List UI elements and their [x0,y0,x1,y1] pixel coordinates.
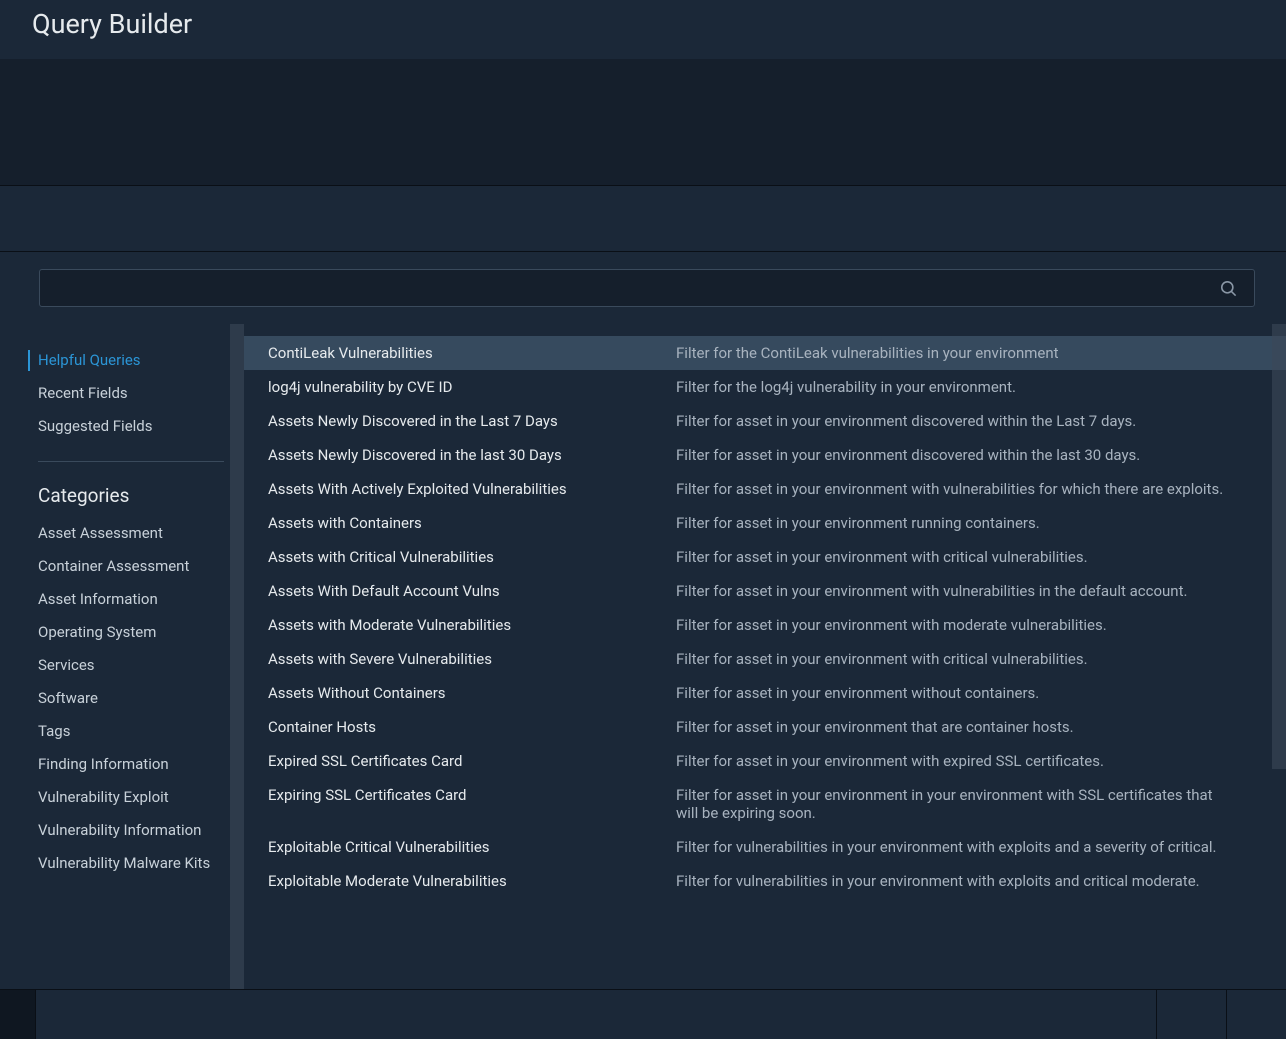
sidebar-item-label: Suggested Fields [38,417,153,435]
search-icon[interactable] [1219,279,1250,298]
query-row[interactable]: Assets with Critical VulnerabilitiesFilt… [244,540,1286,574]
content-scrollbar[interactable] [1272,324,1286,769]
query-name: log4j vulnerability by CVE ID [268,378,676,396]
sidebar-item-label: Vulnerability Information [38,821,201,839]
query-desc: Filter for asset in your environment wit… [676,616,1256,634]
query-name: Exploitable Moderate Vulnerabilities [268,872,676,890]
sidebar-item-label: Tags [38,722,70,740]
query-row[interactable]: Assets With Actively Exploited Vulnerabi… [244,472,1286,506]
sidebar-scrollbar[interactable] [230,324,244,989]
query-desc: Filter for asset in your environment run… [676,514,1256,532]
query-name: Assets With Actively Exploited Vulnerabi… [268,480,676,498]
query-row[interactable]: ContiLeak VulnerabilitiesFilter for the … [244,336,1286,370]
sidebar-item-services[interactable]: Services [38,649,224,682]
query-name: Expired SSL Certificates Card [268,752,676,770]
sidebar-item-vulnerability-information[interactable]: Vulnerability Information [38,814,224,847]
query-name: Assets Newly Discovered in the last 30 D… [268,446,676,464]
sidebar-item-helpful-queries[interactable]: Helpful Queries [38,344,224,377]
sidebar-item-label: Vulnerability Exploit [38,788,169,806]
query-desc: Filter for asset in your environment dis… [676,446,1256,464]
header: Query Builder [0,0,1286,59]
query-row[interactable]: Assets Without ContainersFilter for asse… [244,676,1286,710]
search-input[interactable] [39,269,1255,307]
query-name: Container Hosts [268,718,676,736]
page-title: Query Builder [32,8,1254,40]
query-row[interactable]: Expiring SSL Certificates CardFilter for… [244,778,1286,830]
sidebar-item-asset-assessment[interactable]: Asset Assessment [38,517,224,550]
sidebar-item-label: Asset Assessment [38,524,163,542]
query-row[interactable]: Expired SSL Certificates CardFilter for … [244,744,1286,778]
sidebar-item-label: Asset Information [38,590,158,608]
query-row[interactable]: Assets With Default Account VulnsFilter … [244,574,1286,608]
sidebar-divider [38,461,224,462]
query-name: Assets Without Containers [268,684,676,702]
query-name: Assets with Containers [268,514,676,532]
query-desc: Filter for asset in your environment wit… [676,684,1256,702]
main-area: Helpful Queries Recent Fields Suggested … [0,324,1286,989]
search-row [0,252,1286,324]
sidebar-item-recent-fields[interactable]: Recent Fields [38,377,224,410]
query-row[interactable]: Exploitable Critical VulnerabilitiesFilt… [244,830,1286,864]
sidebar: Helpful Queries Recent Fields Suggested … [0,324,244,989]
sidebar-item-operating-system[interactable]: Operating System [38,616,224,649]
bottom-center-cell [36,990,1156,1039]
sidebar-item-label: Container Assessment [38,557,189,575]
query-desc: Filter for asset in your environment in … [676,786,1256,822]
sidebar-item-label: Recent Fields [38,384,128,402]
sidebar-item-label: Helpful Queries [38,351,141,369]
sidebar-nav: Helpful Queries Recent Fields Suggested … [0,344,244,880]
query-list: ContiLeak VulnerabilitiesFilter for the … [244,336,1286,898]
query-desc: Filter for vulnerabilities in your envir… [676,838,1256,856]
query-name: Expiring SSL Certificates Card [268,786,676,804]
query-row[interactable]: Exploitable Moderate VulnerabilitiesFilt… [244,864,1286,898]
query-desc: Filter for asset in your environment dis… [676,412,1256,430]
query-desc: Filter for asset in your environment wit… [676,480,1256,498]
sidebar-item-suggested-fields[interactable]: Suggested Fields [38,410,224,443]
query-name: Exploitable Critical Vulnerabilities [268,838,676,856]
query-desc: Filter for asset in your environment wit… [676,650,1256,668]
query-desc: Filter for the log4j vulnerability in yo… [676,378,1256,396]
bottom-seg-1 [1156,990,1226,1039]
query-desc: Filter for asset in your environment wit… [676,582,1256,600]
query-desc: Filter for asset in your environment tha… [676,718,1256,736]
sidebar-item-label: Software [38,689,98,707]
sidebar-item-tags[interactable]: Tags [38,715,224,748]
query-name: Assets with Moderate Vulnerabilities [268,616,676,634]
query-name: ContiLeak Vulnerabilities [268,344,676,362]
bottom-seg-2 [1226,990,1286,1039]
query-row[interactable]: Assets with Moderate VulnerabilitiesFilt… [244,608,1286,642]
query-desc: Filter for asset in your environment wit… [676,548,1256,566]
sidebar-item-label: Services [38,656,95,674]
sidebar-item-asset-information[interactable]: Asset Information [38,583,224,616]
bottom-bar [0,989,1286,1039]
spacer-dark [0,59,1286,185]
query-row[interactable]: Assets Newly Discovered in the Last 7 Da… [244,404,1286,438]
bottom-left-cell [0,990,36,1039]
sidebar-item-finding-information[interactable]: Finding Information [38,748,224,781]
sidebar-item-vulnerability-exploit[interactable]: Vulnerability Exploit [38,781,224,814]
sidebar-item-label: Operating System [38,623,156,641]
sidebar-item-label: Finding Information [38,755,169,773]
content: ContiLeak VulnerabilitiesFilter for the … [244,324,1286,989]
sidebar-item-container-assessment[interactable]: Container Assessment [38,550,224,583]
query-row[interactable]: log4j vulnerability by CVE IDFilter for … [244,370,1286,404]
query-desc: Filter for vulnerabilities in your envir… [676,872,1256,890]
query-desc: Filter for asset in your environment wit… [676,752,1256,770]
query-desc: Filter for the ContiLeak vulnerabilities… [676,344,1256,362]
sidebar-item-label: Vulnerability Malware Kits [38,854,210,872]
query-row[interactable]: Assets Newly Discovered in the last 30 D… [244,438,1286,472]
spacer-mid [0,185,1286,252]
query-row[interactable]: Assets with Severe VulnerabilitiesFilter… [244,642,1286,676]
sidebar-item-software[interactable]: Software [38,682,224,715]
query-name: Assets with Critical Vulnerabilities [268,548,676,566]
query-name: Assets with Severe Vulnerabilities [268,650,676,668]
query-name: Assets Newly Discovered in the Last 7 Da… [268,412,676,430]
sidebar-item-vulnerability-malware-kits[interactable]: Vulnerability Malware Kits [38,847,224,880]
categories-heading: Categories [38,480,224,517]
query-row[interactable]: Container HostsFilter for asset in your … [244,710,1286,744]
query-name: Assets With Default Account Vulns [268,582,676,600]
query-row[interactable]: Assets with ContainersFilter for asset i… [244,506,1286,540]
